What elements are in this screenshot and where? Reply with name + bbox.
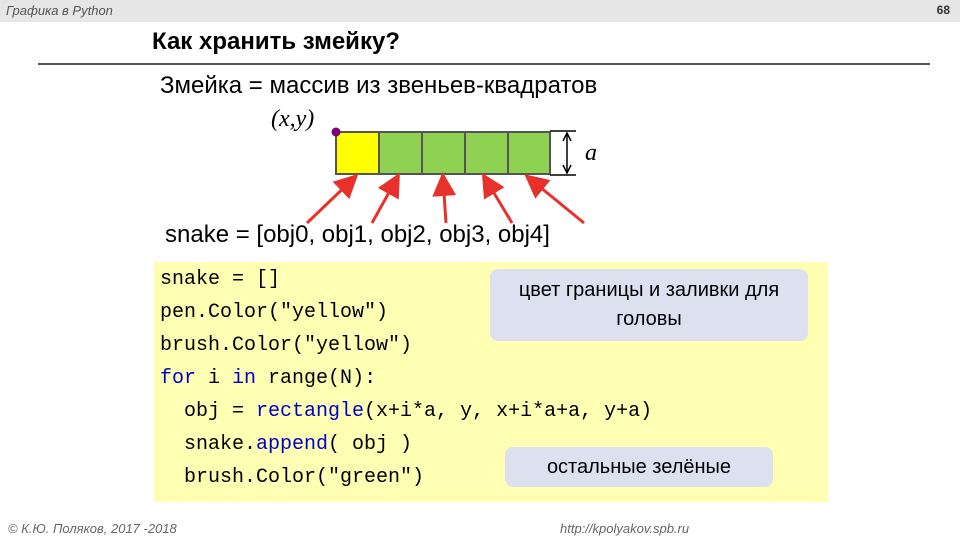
code-line-3: brush.Color("yellow") — [160, 334, 413, 357]
arrow-obj4 — [524, 174, 585, 225]
origin-point — [331, 127, 341, 137]
size-label: a — [585, 140, 597, 166]
code-line-5: obj = rectangle(x+i*a, y, x+i*a+a, y+a) — [160, 400, 653, 423]
arrow-obj3 — [481, 172, 514, 224]
code-line-2: pen.Color("yellow") — [160, 301, 389, 324]
code-line-7: brush.Color("green") — [160, 466, 425, 489]
snake-body-segment — [421, 131, 466, 175]
arrow-obj0 — [305, 173, 359, 225]
size-dimension — [550, 130, 576, 176]
snake-body-segment — [507, 131, 551, 175]
snake-head-segment — [335, 131, 380, 175]
arrow-obj1 — [370, 172, 400, 224]
code-line-4: for i in range(N): — [160, 367, 377, 390]
code-line-6: snake.append( obj ) — [160, 433, 413, 456]
snake-segments — [335, 131, 551, 175]
snake-body-segment — [464, 131, 509, 175]
origin-label: (x,y) — [271, 106, 315, 132]
snake-body-segment — [378, 131, 423, 175]
footer-url: http://kpolyakov.spb.ru — [560, 521, 690, 536]
footer-author: © К.Ю. Поляков, 2017 -2018 — [8, 521, 177, 536]
callout-head-color: цвет границы и заливки для головы — [490, 269, 808, 341]
arrow-obj2 — [432, 172, 457, 224]
index-arrows — [305, 172, 585, 225]
callout-rest-green: остальные зелёные — [505, 447, 773, 487]
snake-list-expression: snake = [obj0, obj1, obj2, obj3, obj4] — [165, 221, 550, 248]
code-line-1: snake = [] — [160, 268, 281, 291]
